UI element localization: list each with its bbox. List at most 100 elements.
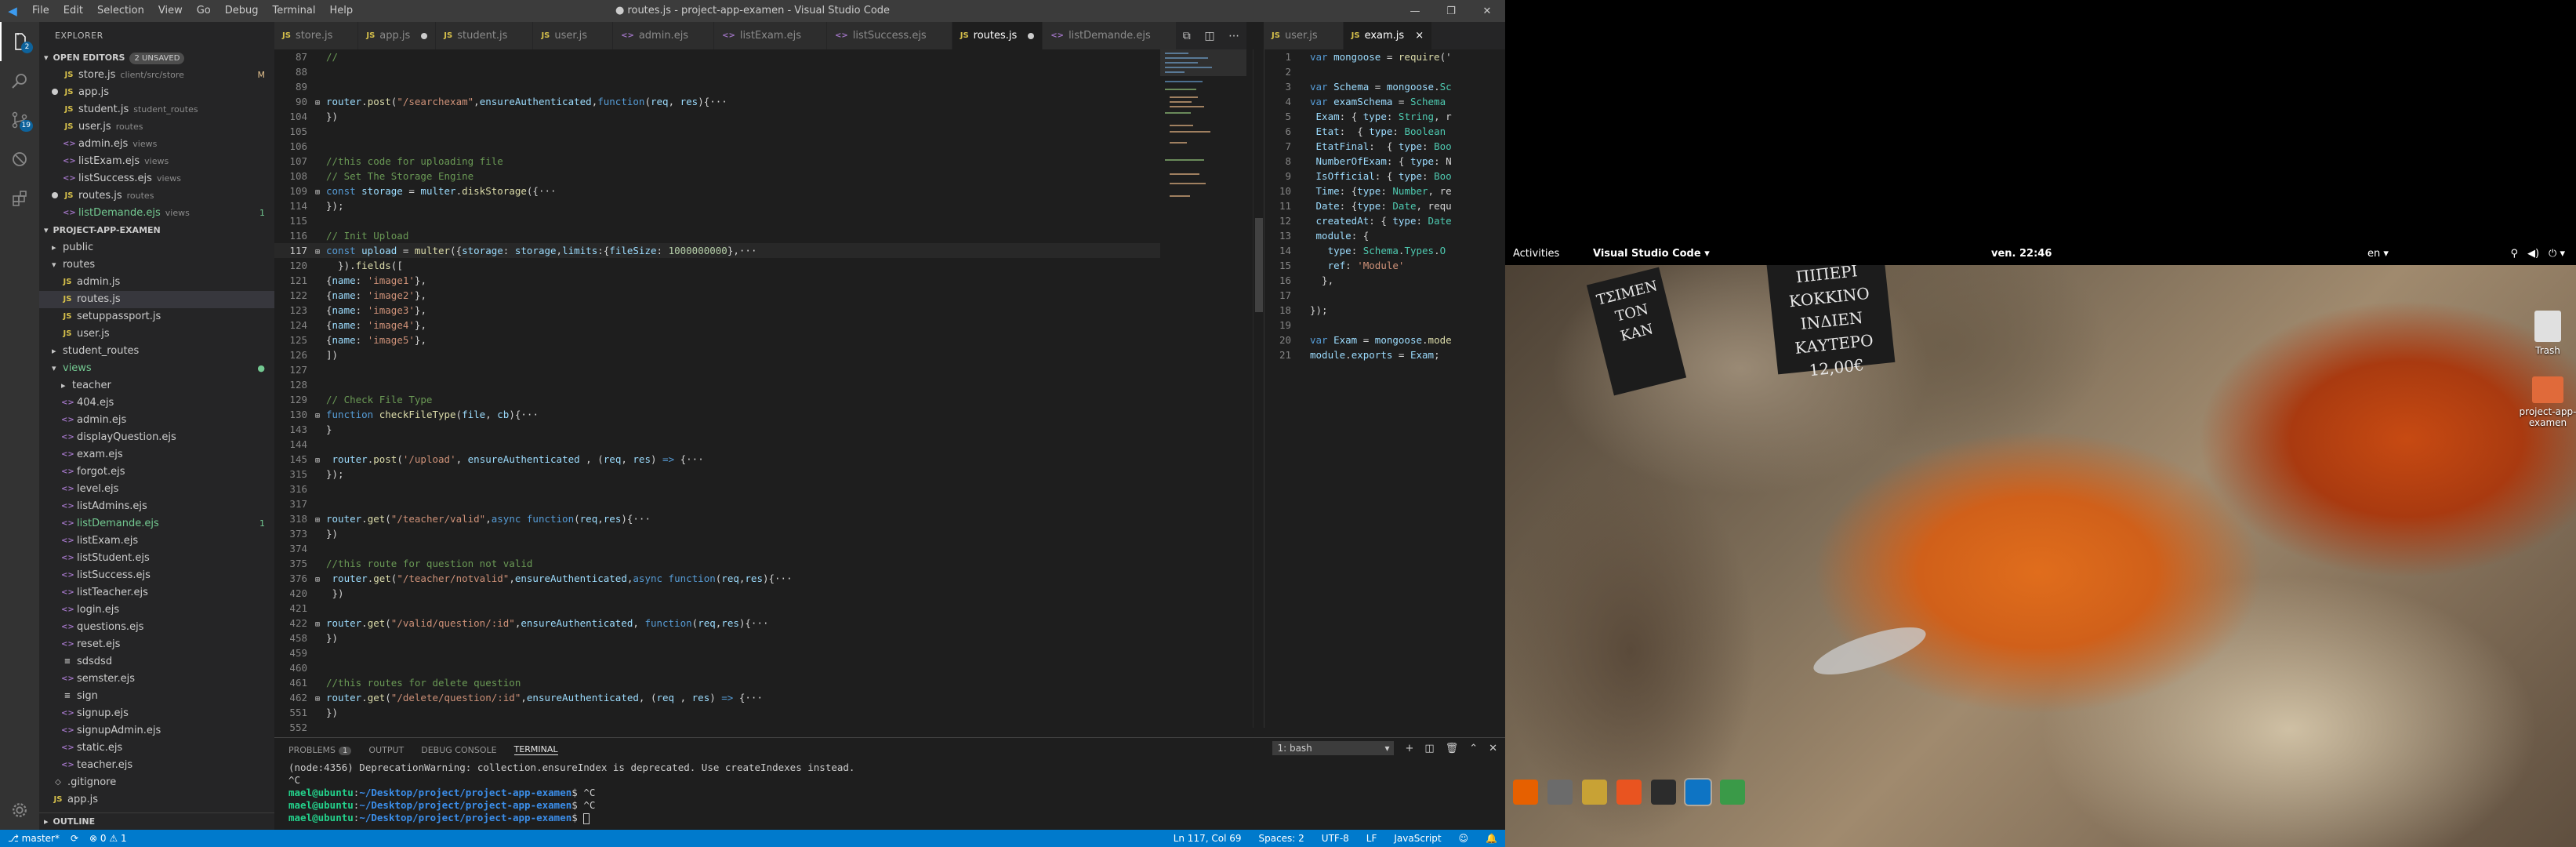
tab-problems[interactable]: PROBLEMS 1 [288,745,352,755]
open-changes-icon[interactable]: ⧉ [1183,30,1191,42]
close-icon[interactable]: ✕ [1469,0,1505,22]
dock-terminal-icon[interactable] [1651,780,1676,805]
dock-vscode-icon[interactable] [1685,780,1711,805]
split-terminal-icon[interactable]: ◫ [1424,743,1434,754]
encoding[interactable]: UTF-8 [1322,833,1349,844]
terminal-output[interactable]: (node:4356) DeprecationWarning: collecti… [274,762,1505,824]
file-item[interactable]: ◇ .gitignore [39,774,274,791]
file-item[interactable]: JS user.js [39,325,274,343]
file-item[interactable]: ≡ sign [39,688,274,705]
clock[interactable]: ven. 22:46 [1991,243,2052,265]
file-item[interactable]: JS admin.js [39,274,274,291]
file-item[interactable]: <> teacher.ejs [39,757,274,774]
split-editor-icon[interactable]: ◫ [1204,30,1214,42]
close-panel-icon[interactable]: ✕ [1489,743,1497,754]
file-item[interactable]: <> admin.ejs [39,412,274,429]
menu-debug[interactable]: Debug [218,0,266,22]
maximize-icon[interactable]: ❐ [1433,0,1469,22]
project-header[interactable]: ▾ PROJECT-APP-EXAMEN [39,222,274,239]
trash-icon[interactable]: 🗑 [1446,743,1459,754]
file-item[interactable]: <> listSuccess.ejs [39,567,274,584]
file-item[interactable]: <> listAdmins.ejs [39,498,274,515]
branch-indicator[interactable]: ⎇ master* [8,833,60,844]
open-editors-header[interactable]: ▾ OPEN EDITORS 2 UNSAVED [39,49,274,67]
menu-file[interactable]: File [25,0,56,22]
scrollbar-thumb[interactable] [1255,218,1263,312]
outline-header[interactable]: ▸ OUTLINE [39,812,274,830]
editor-tab[interactable]: JS user.js [1264,22,1344,49]
editor-tab[interactable]: JS routes.js [952,22,1043,49]
more-actions-icon[interactable]: ⋯ [1228,30,1239,42]
vertical-scrollbar[interactable] [1253,49,1264,728]
file-item[interactable]: <> signupAdmin.ejs [39,722,274,740]
file-item[interactable]: <> displayQuestion.ejs [39,429,274,446]
new-terminal-icon[interactable]: + [1405,743,1413,754]
file-item[interactable]: <> listStudent.ejs [39,550,274,567]
unsaved-dot-icon[interactable] [421,32,428,39]
editor-tab[interactable]: JS app.js [358,22,437,49]
editor-tab[interactable]: <> admin.ejs [613,22,715,49]
file-item[interactable]: <> listTeacher.ejs [39,584,274,602]
tab-debug-console[interactable]: DEBUG CONSOLE [421,745,496,755]
cursor-position[interactable]: Ln 117, Col 69 [1174,833,1242,844]
indentation[interactable]: Spaces: 2 [1258,833,1304,844]
system-menu[interactable]: ⚲ ◀) ⏻ ▾ [2510,243,2565,265]
file-item[interactable]: <> forgot.ejs [39,463,274,481]
trash-desktop-icon[interactable]: Trash [2516,311,2576,356]
file-item[interactable]: <> questions.ejs [39,619,274,636]
code-editor-side[interactable]: 1 var mongoose = require(' 2 3 var Schema… [1264,49,1505,728]
tab-output[interactable]: OUTPUT [368,745,404,755]
file-item[interactable]: <> listDemande.ejs 1 [39,515,274,533]
settings-gear-icon[interactable] [0,791,39,830]
maximize-panel-icon[interactable]: ⌃ [1469,743,1478,754]
file-item[interactable]: JS app.js [39,791,274,809]
open-editor-item[interactable]: JS app.js [39,84,274,101]
file-item[interactable]: ≡ sdsdsd [39,653,274,671]
editor-tab[interactable]: <> listDemande.ejs [1043,22,1177,49]
open-editor-item[interactable]: JS store.js client/src/store M [39,67,274,84]
app-menu[interactable]: Visual Studio Code ▾ [1593,243,1710,265]
terminal-select[interactable]: 1: bash ▾ [1272,741,1395,755]
minimap[interactable] [1160,49,1246,728]
menu-terminal[interactable]: Terminal [266,0,323,22]
minimize-icon[interactable]: — [1397,0,1433,22]
project-folder-desktop-icon[interactable]: project-app-examen [2516,376,2576,428]
file-item[interactable]: <> login.ejs [39,602,274,619]
feedback-icon[interactable]: ☺ [1459,833,1469,844]
file-item[interactable]: JS routes.js [39,291,274,308]
dock-software-icon[interactable] [1616,780,1642,805]
menu-selection[interactable]: Selection [90,0,151,22]
open-editor-item[interactable]: JS user.js routes [39,118,274,136]
menu-view[interactable]: View [151,0,190,22]
open-editor-item[interactable]: <> listSuccess.ejs views [39,170,274,187]
dock-rhythmbox-icon[interactable] [1582,780,1607,805]
editor-tab[interactable]: <> listSuccess.ejs [827,22,952,49]
open-editor-item[interactable]: <> admin.ejs views [39,136,274,153]
open-editor-item[interactable]: <> listExam.ejs views [39,153,274,170]
end-of-line[interactable]: LF [1366,833,1377,844]
file-item[interactable]: <> signup.ejs [39,705,274,722]
keyboard-layout[interactable]: en ▾ [2367,243,2389,265]
editor-tab[interactable]: JS store.js [274,22,359,49]
dock-files-icon[interactable] [1547,780,1573,805]
menu-help[interactable]: Help [322,0,360,22]
tab-terminal[interactable]: TERMINAL [513,744,558,755]
open-editor-item[interactable]: JS routes.js routes [39,187,274,205]
explorer-icon[interactable]: 2 [0,22,39,61]
folder-item[interactable]: ▾ views ● [39,360,274,377]
editor-tab[interactable]: JS student.js [436,22,534,49]
file-item[interactable]: <> level.ejs [39,481,274,498]
file-item[interactable]: <> static.ejs [39,740,274,757]
open-editor-item[interactable]: <> listDemande.ejs views 1 [39,205,274,222]
menu-go[interactable]: Go [190,0,218,22]
sync-icon[interactable]: ⟳ [71,833,78,844]
folder-item[interactable]: ▸ student_routes [39,343,274,360]
editor-tab[interactable]: <> listExam.ejs [714,22,827,49]
file-item[interactable]: <> exam.ejs [39,446,274,463]
folder-item[interactable]: ▸ public [39,239,274,256]
notifications-bell-icon[interactable]: 🔔 [1486,833,1497,844]
file-item[interactable]: <> reset.ejs [39,636,274,653]
file-item[interactable]: <> listExam.ejs [39,533,274,550]
folder-item[interactable]: ▸ teacher [39,377,274,394]
file-item[interactable]: <> 404.ejs [39,394,274,412]
